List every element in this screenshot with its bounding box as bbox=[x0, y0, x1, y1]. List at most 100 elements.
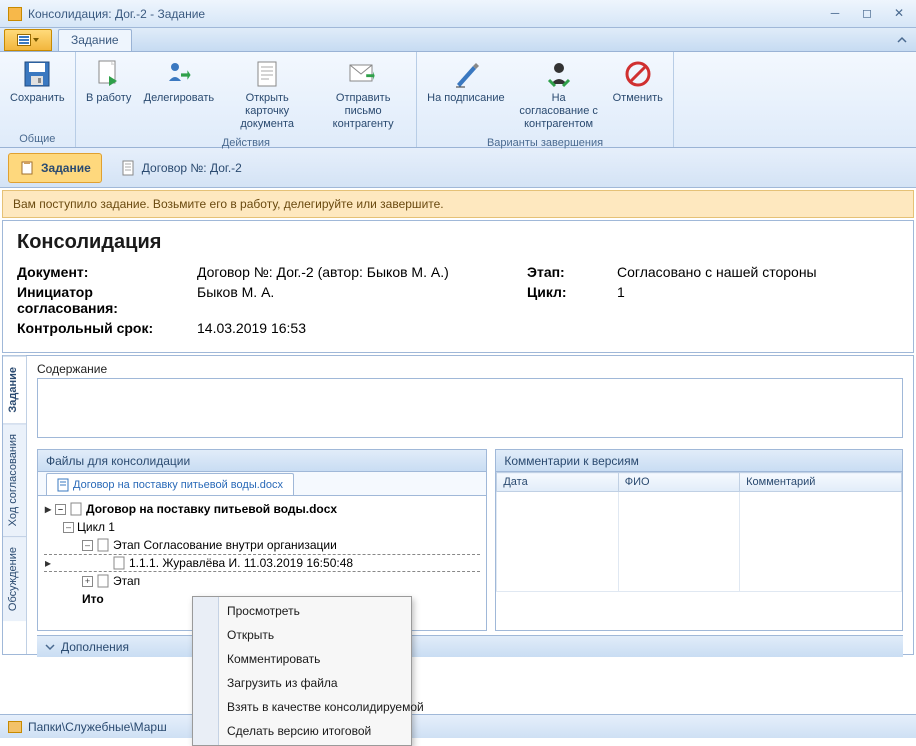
label-deadline: Контрольный срок: bbox=[17, 320, 187, 336]
label-document: Документ: bbox=[17, 264, 187, 280]
context-menu: Просмотреть Открыть Комментировать Загру… bbox=[192, 596, 412, 746]
tree-root[interactable]: ▸ – Договор на поставку питьевой воды.do… bbox=[44, 500, 480, 518]
col-comment[interactable]: Комментарий bbox=[740, 473, 902, 492]
ctx-open[interactable]: Открыть bbox=[195, 623, 409, 647]
file-menu-button[interactable] bbox=[4, 29, 52, 51]
vtab-task[interactable]: Задание bbox=[3, 356, 26, 423]
clipboard-icon bbox=[19, 160, 35, 176]
comments-panel: Комментарии к версиям Дата ФИО Комментар… bbox=[495, 449, 903, 631]
ctx-load[interactable]: Загрузить из файла bbox=[195, 671, 409, 695]
tree-version-label: 1.1.1. Журавлёва И. 11.03.2019 16:50:48 bbox=[129, 556, 353, 570]
tree-cycle[interactable]: – Цикл 1 bbox=[44, 518, 480, 536]
file-tree[interactable]: ▸ – Договор на поставку питьевой воды.do… bbox=[38, 496, 486, 612]
ribbon-tab-task[interactable]: Задание bbox=[58, 29, 132, 51]
page-title: Консолидация bbox=[17, 231, 899, 254]
group-caption-variants: Варианты завершения bbox=[421, 135, 669, 151]
col-date[interactable]: Дата bbox=[497, 473, 618, 492]
document-icon bbox=[96, 538, 110, 552]
person-arrow-icon bbox=[163, 58, 195, 90]
minimize-button[interactable]: ─ bbox=[826, 7, 844, 21]
open-card-button[interactable]: Открыть карточку документа bbox=[220, 54, 314, 135]
send-letter-button[interactable]: Отправить письмо контрагенту bbox=[314, 54, 412, 135]
tree-stage2[interactable]: + Этап bbox=[44, 572, 480, 590]
app-icon bbox=[8, 7, 22, 21]
window-title: Консолидация: Дог.-2 - Задание bbox=[28, 7, 826, 21]
content-area: Задание Ход согласования Обсуждение Соде… bbox=[2, 355, 914, 655]
delegate-label: Делегировать bbox=[144, 92, 215, 105]
two-panel: Файлы для консолидации Договор на постав… bbox=[37, 449, 903, 631]
ctx-comment[interactable]: Комментировать bbox=[195, 647, 409, 671]
window-controls: ─ ◻ ✕ bbox=[826, 7, 908, 21]
tree-collapse-icon[interactable]: – bbox=[55, 504, 66, 515]
cancel-button[interactable]: Отменить bbox=[607, 54, 669, 135]
tree-version[interactable]: ▸ 1.1.1. Журавлёва И. 11.03.2019 16:50:4… bbox=[44, 554, 480, 572]
collapse-ribbon-icon[interactable] bbox=[896, 34, 908, 46]
tree-expand-icon[interactable]: + bbox=[82, 576, 93, 587]
cancel-label: Отменить bbox=[613, 92, 663, 105]
table-row bbox=[497, 492, 902, 592]
vtab-progress[interactable]: Ход согласования bbox=[3, 423, 26, 536]
maximize-button[interactable]: ◻ bbox=[858, 7, 876, 21]
to-work-label: В работу bbox=[86, 92, 131, 105]
close-button[interactable]: ✕ bbox=[890, 7, 908, 21]
save-icon bbox=[21, 58, 53, 90]
save-button[interactable]: Сохранить bbox=[4, 54, 71, 131]
col-fio[interactable]: ФИО bbox=[618, 473, 739, 492]
label-initiator: Инициатор согласования: bbox=[17, 284, 187, 316]
save-button-label: Сохранить bbox=[10, 92, 65, 105]
breadcrumb[interactable]: Папки\Служебные\Марш bbox=[28, 720, 167, 734]
document-icon bbox=[112, 556, 126, 570]
tree-cycle-label: Цикл 1 bbox=[77, 520, 115, 534]
tree-root-label: Договор на поставку питьевой воды.docx bbox=[86, 502, 337, 516]
comments-panel-header: Комментарии к версиям bbox=[496, 450, 902, 472]
person-agree-icon bbox=[543, 58, 575, 90]
tree-collapse-icon[interactable]: – bbox=[82, 540, 93, 551]
titlebar: Консолидация: Дог.-2 - Задание ─ ◻ ✕ bbox=[0, 0, 916, 28]
delegate-button[interactable]: Делегировать bbox=[138, 54, 221, 135]
ribbon-body: Сохранить Общие В работу Делегировать bbox=[0, 52, 916, 148]
subtab-task[interactable]: Задание bbox=[8, 153, 102, 183]
send-letter-label: Отправить письмо контрагенту bbox=[320, 92, 406, 131]
tree-stage1-label: Этап Согласование внутри организации bbox=[113, 538, 337, 552]
folder-icon bbox=[8, 721, 22, 733]
subtab-document-label: Договор №: Дог.-2 bbox=[142, 161, 242, 175]
content-label: Содержание bbox=[37, 362, 903, 376]
file-menu-icon bbox=[17, 34, 31, 46]
group-caption-common: Общие bbox=[4, 131, 71, 147]
vtab-discussion[interactable]: Обсуждение bbox=[3, 536, 26, 621]
document-icon bbox=[120, 160, 136, 176]
content-textarea[interactable] bbox=[37, 378, 903, 438]
content-body: Содержание Файлы для консолидации Догово… bbox=[27, 356, 913, 654]
ribbon-group-variants: На подписание На согласование с контраге… bbox=[417, 52, 674, 147]
comments-panel-body: Дата ФИО Комментарий bbox=[496, 472, 902, 630]
tree-stage2-label: Этап bbox=[113, 574, 140, 588]
envelope-send-icon bbox=[347, 58, 379, 90]
chevron-down-icon bbox=[45, 642, 55, 652]
vertical-tabs: Задание Ход согласования Обсуждение bbox=[3, 356, 27, 654]
ctx-view[interactable]: Просмотреть bbox=[195, 599, 409, 623]
to-work-button[interactable]: В работу bbox=[80, 54, 138, 135]
tree-stage1[interactable]: – Этап Согласование внутри организации bbox=[44, 536, 480, 554]
value-deadline: 14.03.2019 16:53 bbox=[197, 320, 517, 336]
to-sign-button[interactable]: На подписание bbox=[421, 54, 510, 135]
additions-bar[interactable]: Дополнения bbox=[37, 635, 903, 657]
label-cycle: Цикл: bbox=[527, 284, 607, 316]
additions-label: Дополнения bbox=[61, 640, 129, 654]
value-document: Договор №: Дог.-2 (автор: Быков М. А.) bbox=[197, 264, 517, 280]
subtab-document[interactable]: Договор №: Дог.-2 bbox=[110, 153, 252, 183]
ribbon-group-common: Сохранить Общие bbox=[0, 52, 76, 147]
label-stage: Этап: bbox=[527, 264, 607, 280]
file-tab-label: Договор на поставку питьевой воды.docx bbox=[73, 479, 283, 491]
notice-bar: Вам поступило задание. Возьмите его в ра… bbox=[2, 190, 914, 218]
value-stage: Согласовано с нашей стороны bbox=[617, 264, 899, 280]
value-initiator: Быков М. А. bbox=[197, 284, 517, 316]
ribbon-group-actions: В работу Делегировать Открыть карточку д… bbox=[76, 52, 418, 147]
file-tabs: Договор на поставку питьевой воды.docx bbox=[38, 472, 486, 496]
info-panel: Консолидация Документ: Договор №: Дог.-2… bbox=[2, 220, 914, 353]
ctx-makefinal[interactable]: Сделать версию итоговой bbox=[195, 719, 409, 743]
file-tab[interactable]: Договор на поставку питьевой воды.docx bbox=[46, 473, 294, 495]
to-agree-button[interactable]: На согласование с контрагентом bbox=[511, 54, 607, 135]
tree-collapse-icon[interactable]: – bbox=[63, 522, 74, 533]
pen-sign-icon bbox=[450, 58, 482, 90]
ctx-take[interactable]: Взять в качестве консолидируемой bbox=[195, 695, 409, 719]
